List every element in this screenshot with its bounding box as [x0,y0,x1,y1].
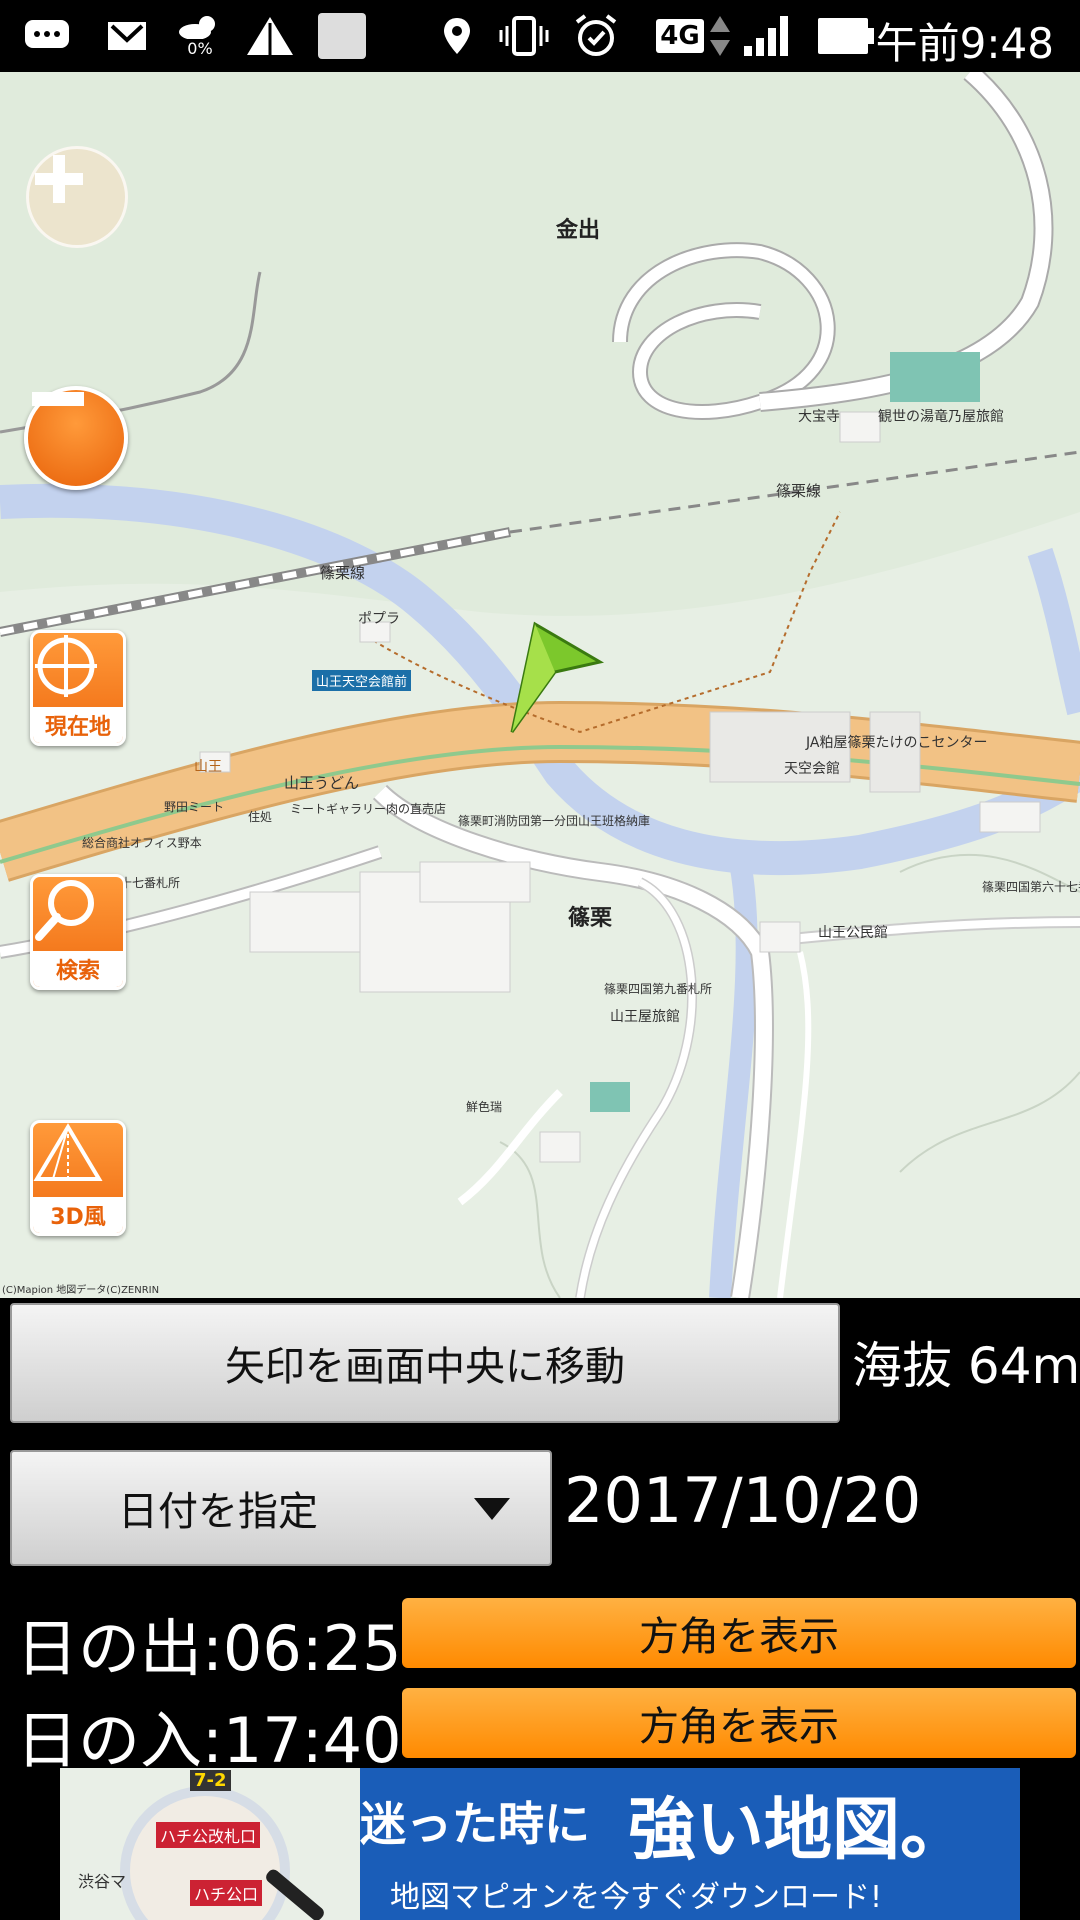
map-label-fire-dept: 篠栗町消防団第一分団山王班格納庫 [458,814,651,828]
search-label: 検索 [33,951,123,987]
map-label-kanade: 金出 [556,218,601,243]
map-label-shikoku17: 篠栗四国第六十七番 [982,880,1080,894]
date-value: 2017/10/20 [564,1464,922,1537]
map-label-jushichi: 十七番札所 [120,876,181,890]
map-label-line1: 篠栗線 [320,564,366,582]
network-label: 4G [656,19,704,53]
weather-percent: 0% [187,39,213,58]
dropdown-arrow-icon [474,1498,510,1520]
altitude-text: 海抜 64m [852,1337,1080,1395]
battery-icon [816,14,876,58]
signal-triangle-icon [244,14,296,58]
sunset-direction-button[interactable]: 方角を表示 [402,1688,1076,1758]
map-label-senshoku: 鮮色瑞 [466,1100,503,1114]
zoom-out-button[interactable] [24,386,128,490]
map-label-noda-meat: 野田ミート [164,800,225,814]
map-label-sumire: 住処 [248,810,273,824]
location-icon [440,14,474,58]
ad-map-thumbnail: 7-2 ハチ公改札口 ハチ公口 渋谷マ [60,1768,360,1920]
vibrate-icon [498,14,550,58]
map-label-sanno: 山王 [194,759,222,775]
weather-icon: 0% [172,14,228,58]
ad-banner[interactable]: 7-2 ハチ公改札口 ハチ公口 渋谷マ 迷った時に 強い地図。 地図マピオンを今… [60,1768,1020,1920]
network-4g-icon: 4G [652,14,736,58]
map-label-ja: JA粕屋篠栗たけのこセンター [806,735,988,751]
zoom-in-button[interactable] [26,146,128,248]
sunset-text: 日の入:17:40 [16,1704,402,1777]
map-label-shinoguri: 篠栗 [568,906,613,931]
map-copyright: (C)Mapion 地図データ(C)ZENRIN [2,1285,160,1296]
map-station-label: 山王天空会館前 [312,670,412,691]
search-button[interactable]: 検索 [30,874,126,990]
date-select[interactable]: 日付を指定 [10,1450,552,1566]
chat-icon [22,14,72,58]
ad-subline: 地図マピオンを今すぐダウンロード! [390,1880,883,1915]
sunrise-direction-button[interactable]: 方角を表示 [402,1598,1076,1668]
date-select-label: 日付を指定 [118,1489,318,1535]
center-arrow-button[interactable]: 矢印を画面中央に移動 [10,1303,840,1423]
square-icon [316,13,368,59]
map-label-shikoku9: 篠栗四国第九番札所 [604,982,713,996]
cell-signal-icon [742,14,794,58]
plus-icon [35,155,83,203]
map-label-sanno-udon: 山王うどん [284,774,360,792]
map-label-sogo-office: 総合商社オフィス野本 [82,836,202,850]
ad-map-label-4: 7-2 [190,1770,231,1791]
map-label-line2: 篠栗線 [776,482,822,500]
map-label-sanno-kominkan: 山王公民館 [818,925,888,941]
ad-map-label-3: 渋谷マ [78,1872,127,1891]
status-bar: 0% 4G 午前9:48 [0,0,1080,72]
ad-headline-small: 迷った時に [360,1797,590,1851]
gmail-icon [102,14,152,58]
control-panel: 矢印を画面中央に移動 海抜 64m 日付を指定 2017/10/20 日の出:0… [0,1298,1080,1777]
map-canvas [0,72,1080,1298]
status-time: 午前9:48 [875,19,1054,68]
alarm-icon [572,14,620,58]
view-3d-label: 3D風 [33,1197,123,1233]
map-label-sanno-ryokan: 山王屋旅館 [610,1009,680,1025]
minus-icon [32,392,84,406]
current-location-label: 現在地 [33,707,123,743]
map-view[interactable]: 金出 篠栗 篠栗線 篠栗線 ポプラ 山王天空会館前 山王 山王うどん 野田ミート… [0,72,1080,1298]
map-label-poplar: ポプラ [358,611,400,627]
ad-map-label-1: ハチ公改札口 [156,1822,261,1848]
ad-headline-big: 強い地図。 [628,1791,969,1870]
current-location-button[interactable]: 現在地 [30,630,126,746]
ad-map-label-2: ハチ公口 [190,1880,263,1906]
view-3d-button[interactable]: 3D風 [30,1120,126,1236]
map-label-kanze: 観世の湯竜乃屋旅館 [878,409,1004,425]
sunrise-text: 日の出:06:25 [16,1612,402,1685]
map-label-tenku: 天空会館 [784,761,840,777]
map-label-meat-gallery: ミートギャラリー肉の直売店 [290,802,447,816]
map-label-taihoji: 大宝寺 [798,409,840,425]
